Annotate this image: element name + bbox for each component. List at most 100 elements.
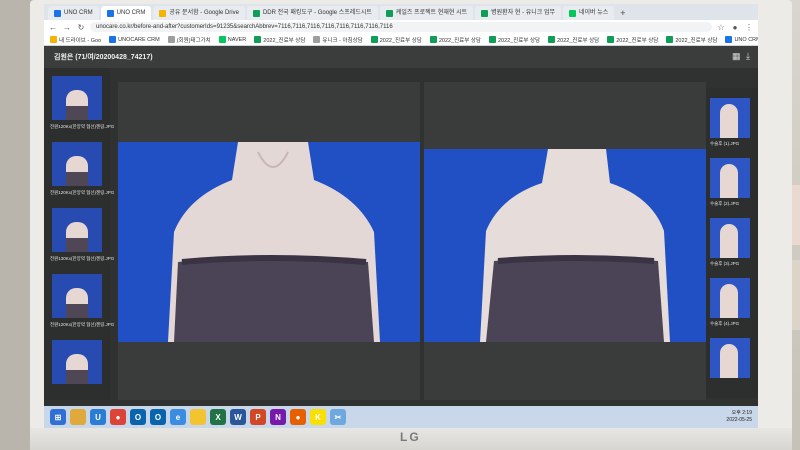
thumbnail-garment: [66, 106, 88, 120]
bookmark-item[interactable]: 2022_진료부 상담: [254, 36, 305, 44]
after-thumbnail[interactable]: [710, 98, 750, 138]
bookmark-favicon-icon: [167, 36, 175, 43]
ie-icon[interactable]: e: [170, 409, 186, 425]
before-thumbnail-strip: 전원120Kx(한양약 협선)젠링.JPG 전원120Kx(한양약 협선)젠링.J…: [44, 68, 114, 400]
bookmark-item[interactable]: NAVER: [218, 36, 247, 43]
browser-tab[interactable]: 케일즈 프로젝트 현재현 시트: [379, 6, 474, 20]
tab-favicon-icon: [252, 9, 260, 17]
excel-icon[interactable]: X: [210, 409, 226, 425]
explorer-icon[interactable]: [70, 409, 86, 425]
tray-date: 2022-05-25: [726, 417, 752, 423]
bookmark-item[interactable]: UNO CRM: [725, 36, 758, 43]
bookmark-favicon-icon: [488, 36, 496, 43]
system-tray: 오후 2:19 2022-05-25: [726, 410, 752, 424]
bookmark-label: 유니크 - 아침상담: [322, 37, 363, 44]
bookmark-item[interactable]: 2022_진료부 상담: [607, 36, 658, 44]
tray-time: 오후 2:19: [731, 410, 752, 416]
bookmark-favicon-icon: [313, 36, 321, 43]
after-thumbnail-caption: 수술후 (3).JPG: [710, 261, 740, 266]
download-icon[interactable]: ⤓: [746, 52, 750, 61]
after-thumbnail[interactable]: [710, 158, 750, 198]
tab-favicon-icon: [54, 9, 61, 17]
bookmark-item[interactable]: 유니크 - 아침상담: [313, 36, 363, 44]
before-photo-image: [118, 142, 420, 342]
forward-icon[interactable]: →: [62, 23, 72, 32]
before-thumbnail-caption: 전원120Kx(한양약 협선)젠링.JPG: [50, 190, 115, 195]
browser-tab[interactable]: DDR 전국 패킹도구 - Google 스프레드시트: [246, 6, 378, 20]
bookmark-label: 내 드라이브 - Goo: [59, 37, 102, 44]
monitor-screen: UNO CRM UNO CRM 공유 문서함 - Google Drive DDR 전…: [44, 4, 758, 428]
word-icon[interactable]: W: [230, 409, 246, 425]
windows-taskbar: ⊞ U ● O Oe X W P N ● K ✂ 오후 2:19 2022-05-25: [44, 406, 758, 428]
back-icon[interactable]: ←: [48, 23, 58, 32]
before-thumbnail[interactable]: [52, 142, 102, 186]
before-thumbnail[interactable]: [52, 76, 102, 120]
address-bar[interactable]: unocare.co.kr/before-and-after?customerI…: [90, 22, 712, 32]
after-thumbnail[interactable]: [710, 218, 750, 258]
bookmark-item[interactable]: 2022_진료부 상담: [666, 36, 717, 44]
profile-avatar[interactable]: ●: [730, 23, 740, 32]
start-button[interactable]: ⊞: [50, 409, 66, 425]
bookmark-favicon-icon: [725, 36, 733, 43]
after-thumbnail-strip: 수술후 (1).JPG 수술후 (2).JPG 수술후 (3).JPG 수술후 (4)…: [706, 88, 758, 398]
bookmark-item[interactable]: 2022_진료부 상담: [488, 36, 540, 44]
bookmark-item[interactable]: 내 드라이브 - Goo: [50, 36, 101, 44]
after-thumbnail[interactable]: [710, 338, 750, 378]
outlook-icon-2[interactable]: O: [150, 409, 166, 425]
thumbnail-garment: [66, 370, 88, 384]
tab-label: 케일즈 프로젝트 현재현 시트: [395, 10, 468, 16]
kakaotalk-icon[interactable]: K: [310, 409, 326, 425]
sticky-icon[interactable]: [190, 409, 206, 425]
browser-tab[interactable]: 공유 문서함 - Google Drive: [153, 6, 245, 20]
bookmark-item[interactable]: (회원)태그가치: [167, 36, 211, 44]
bookmark-favicon-icon: [218, 36, 226, 43]
uno-app-icon[interactable]: U: [90, 409, 106, 425]
menu-icon[interactable]: ⋮: [744, 23, 754, 32]
browser-tab[interactable]: UNO CRM: [100, 6, 152, 20]
before-thumbnail[interactable]: [52, 208, 102, 252]
bookmark-label: 2022_진료부 상담: [263, 37, 306, 44]
outlook-icon[interactable]: O: [130, 409, 146, 425]
bookmark-item[interactable]: 2022_진료부 상담: [548, 36, 599, 44]
app-header: 김원은 (71/여/20200428_74217) ▦ ⤓: [44, 46, 758, 68]
firefox-icon[interactable]: ●: [290, 409, 306, 425]
grid-view-icon[interactable]: ▦: [732, 52, 741, 61]
bookmark-label: NAVER: [227, 36, 247, 43]
bookmark-label: 2022_진료부 상담: [379, 37, 422, 44]
after-thumbnail-caption: 수술후 (2).JPG: [710, 201, 740, 206]
browser-tab[interactable]: UNO CRM: [48, 6, 99, 20]
before-thumbnail[interactable]: [52, 274, 102, 318]
thumbnail-garment: [66, 304, 88, 318]
browser-tab[interactable]: 병원환자 현 - 유니크 업무: [475, 6, 562, 20]
after-photo-image: [424, 149, 706, 342]
tab-favicon-icon: [569, 9, 577, 17]
tab-label: 네이버 뉴스: [579, 10, 609, 16]
reload-icon[interactable]: ↻: [76, 23, 86, 32]
browser-tab-strip: UNO CRM UNO CRM 공유 문서함 - Google Drive DDR 전…: [44, 4, 758, 20]
bookmark-item[interactable]: 2022_진료부 상담: [429, 36, 481, 44]
bookmark-label: (회원)태그가치: [176, 37, 211, 44]
after-thumbnail-caption: 수술후 (4).JPG: [710, 321, 740, 326]
bookmark-favicon-icon: [370, 36, 378, 43]
before-thumbnail[interactable]: [52, 340, 102, 384]
thumbnail-figure: [720, 104, 738, 138]
powerpoint-icon[interactable]: P: [250, 409, 266, 425]
onenote-icon[interactable]: N: [270, 409, 286, 425]
tab-favicon-icon: [106, 9, 114, 17]
tab-label: DDR 전국 패킹도구 - Google 스프레드시트: [262, 10, 372, 16]
chrome-icon[interactable]: ●: [110, 409, 126, 425]
thumbnail-figure: [720, 284, 738, 318]
star-icon[interactable]: ☆: [716, 23, 726, 32]
bookmark-item[interactable]: 2022_진료부 상담: [370, 36, 422, 44]
bookmark-label: 2022_진료부 상담: [438, 37, 481, 44]
tab-favicon-icon: [481, 9, 489, 17]
tab-label: 병원환자 현 - 유니크 업무: [491, 10, 556, 16]
before-thumbnail-caption: 전원120Kx(한양약 협선)젠링.JPG: [50, 322, 115, 327]
after-thumbnail-caption: 수술후 (1).JPG: [710, 141, 740, 146]
browser-tab[interactable]: 네이버 뉴스: [563, 6, 615, 20]
after-thumbnail[interactable]: [710, 278, 750, 318]
bookmark-item[interactable]: UNOCARE CRM: [109, 36, 160, 43]
new-tab-button[interactable]: +: [616, 6, 629, 20]
snipping-icon[interactable]: ✂: [330, 409, 346, 425]
browser-toolbar: ← → ↻ unocare.co.kr/before-and-after?cus…: [44, 20, 758, 34]
